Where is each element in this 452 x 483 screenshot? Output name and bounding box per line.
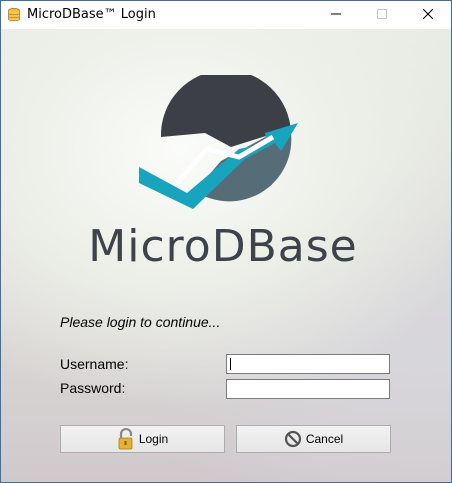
login-button[interactable]: Login: [60, 425, 225, 453]
text-caret: [230, 358, 231, 370]
close-button[interactable]: [405, 1, 451, 29]
minimize-icon: [331, 6, 341, 24]
maximize-icon: [377, 6, 387, 24]
password-field[interactable]: [226, 379, 390, 399]
database-icon: [8, 7, 20, 22]
username-field[interactable]: [226, 354, 390, 374]
login-label: Login: [138, 432, 169, 446]
checkmark-trend-arrow-logo: [131, 69, 311, 215]
brand-name: MicroDBase: [88, 221, 358, 272]
minimize-button[interactable]: [313, 1, 359, 29]
maximize-button[interactable]: [359, 1, 405, 29]
padlock-icon: [117, 428, 135, 450]
window-title: MicroDBase™ Login: [27, 7, 156, 22]
username-label: Username:: [60, 356, 129, 372]
cancel-label: Cancel: [305, 432, 344, 446]
login-panel: MicroDBase Please login to continue... U…: [1, 29, 451, 482]
password-label: Password:: [60, 380, 126, 396]
login-prompt: Please login to continue...: [60, 314, 221, 330]
login-window: MicroDBase™ Login MicroDBase Please logi…: [0, 0, 452, 483]
title-bar[interactable]: MicroDBase™ Login: [1, 1, 451, 29]
close-icon: [422, 6, 434, 24]
cancel-button[interactable]: Cancel: [236, 425, 391, 453]
prohibited-icon: [284, 428, 302, 450]
